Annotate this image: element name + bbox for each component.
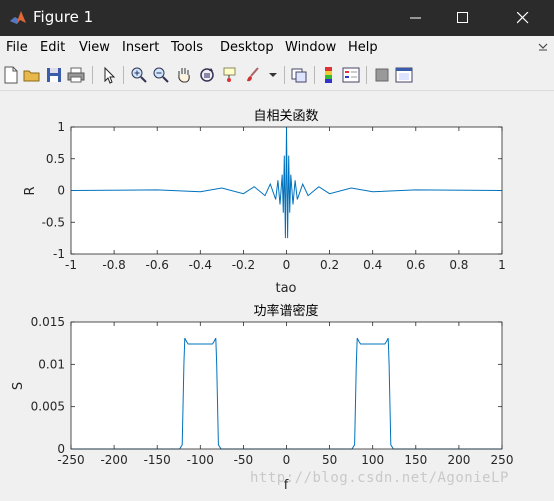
y-tick-label: 0.015	[31, 315, 65, 329]
x-tick-label: -0.2	[232, 258, 255, 272]
x-tick-label: -200	[100, 453, 127, 467]
chart-title: 自相关函数	[253, 109, 318, 124]
y-tick-label: -1	[53, 247, 65, 261]
x-tick-label: -250	[57, 453, 84, 467]
legend-icon[interactable]	[342, 66, 360, 84]
x-tick-label: 0	[283, 258, 291, 272]
watermark: http://blog.csdn.net/AgonieLP	[250, 470, 509, 486]
link-plot-icon[interactable]	[290, 66, 308, 84]
axes-power-spectral-density[interactable]: 功率谱密度 0.015 0.01 0.005 0 -250 -200 -150 -100 -5…	[11, 303, 513, 493]
y-tick-label: -0.5	[42, 215, 65, 229]
x-tick-label: 0.2	[320, 258, 339, 272]
zoom-out-icon[interactable]	[152, 66, 170, 84]
show-plot-tools-icon[interactable]	[395, 66, 413, 84]
hide-plot-tools-icon[interactable]	[373, 66, 391, 84]
matlab-logo-icon	[9, 9, 27, 27]
brush-icon[interactable]	[244, 66, 262, 84]
x-tick-label: -100	[187, 453, 214, 467]
x-tick-label: 100	[361, 453, 384, 467]
y-tick-label: 0.01	[38, 357, 65, 371]
zoom-in-icon[interactable]	[130, 66, 148, 84]
y-axis-label: S	[11, 382, 26, 390]
x-tick-label: -0.4	[189, 258, 212, 272]
data-cursor-icon[interactable]	[221, 66, 239, 84]
window-title-bar: Figure 1	[0, 0, 554, 36]
axes-autocorrelation[interactable]: 自相关函数 1 0.5 0 -0.5 -1 -1 -0.8 -0.6 -0.4 -0.2 0 0.2…	[23, 109, 506, 296]
toolbar-separator	[284, 66, 285, 84]
x-tick-label: -0.8	[102, 258, 125, 272]
menu-bar: File Edit View Insert Tools Desktop Wind…	[0, 36, 554, 60]
colorbar-icon[interactable]	[320, 66, 338, 84]
x-tick-label: 150	[404, 453, 427, 467]
x-tick-label: 0.8	[449, 258, 468, 272]
y-tick-label: 0.5	[46, 152, 65, 166]
menu-edit[interactable]: Edit	[40, 40, 65, 55]
x-tick-label: -50	[234, 453, 254, 467]
x-tick-label: 0	[283, 453, 291, 467]
y-axis-label: R	[23, 186, 38, 195]
x-tick-label: 50	[322, 453, 337, 467]
minimize-button[interactable]	[393, 0, 439, 36]
chevron-icon[interactable]	[538, 42, 548, 52]
figure-plots: 自相关函数 1 0.5 0 -0.5 -1 -1 -0.8 -0.6 -0.4 -0.2 0 0.2…	[11, 109, 513, 493]
save-icon[interactable]	[45, 66, 63, 84]
menu-help[interactable]: Help	[348, 40, 378, 55]
close-button[interactable]	[500, 0, 546, 36]
plot-background	[71, 322, 502, 449]
print-icon[interactable]	[67, 66, 85, 84]
menu-file[interactable]: File	[6, 40, 28, 55]
x-tick-label: -0.6	[145, 258, 168, 272]
new-figure-icon[interactable]	[2, 66, 20, 84]
menu-tools[interactable]: Tools	[171, 40, 203, 55]
menu-window[interactable]: Window	[285, 40, 336, 55]
menu-view[interactable]: View	[79, 40, 110, 55]
brush-dropdown-icon[interactable]	[264, 66, 282, 84]
toolbar-separator	[92, 66, 93, 84]
menu-insert[interactable]: Insert	[122, 40, 159, 55]
figure-toolbar	[0, 60, 554, 91]
chart-title: 功率谱密度	[253, 303, 318, 319]
pan-icon[interactable]	[175, 66, 193, 84]
y-tick-labels: 1 0.5 0 -0.5 -1	[42, 120, 65, 261]
x-tick-label: 0.4	[363, 258, 382, 272]
x-axis-label: tao	[275, 281, 296, 296]
minimize-icon	[410, 17, 421, 19]
x-tick-label: 0.6	[406, 258, 425, 272]
open-file-icon[interactable]	[23, 66, 41, 84]
menu-desktop[interactable]: Desktop	[220, 40, 274, 55]
x-tick-label: 250	[491, 453, 514, 467]
y-tick-label: 0.005	[31, 400, 65, 414]
toolbar-separator	[366, 66, 367, 84]
x-tick-label: 200	[447, 453, 470, 467]
toolbar-separator	[314, 66, 315, 84]
edit-plot-icon[interactable]	[100, 66, 118, 84]
figure-canvas: 自相关函数 1 0.5 0 -0.5 -1 -1 -0.8 -0.6 -0.4 -0.2 0 0.2…	[0, 91, 554, 497]
y-tick-label: 0	[57, 184, 65, 198]
rotate-3d-icon[interactable]	[198, 66, 216, 84]
x-tick-label: -150	[144, 453, 171, 467]
y-tick-labels: 0.0150.010.0050	[31, 315, 65, 456]
window-title: Figure 1	[33, 8, 94, 26]
toolbar-separator	[123, 66, 124, 84]
x-tick-label: 1	[498, 258, 506, 272]
maximize-icon	[457, 12, 468, 23]
maximize-button[interactable]	[440, 0, 486, 36]
x-tick-labels: -1 -0.8 -0.6 -0.4 -0.2 0 0.2 0.4 0.6 0.8 1	[65, 258, 506, 272]
close-icon	[517, 12, 529, 24]
y-tick-label: 1	[57, 120, 65, 134]
x-tick-label: -1	[65, 258, 77, 272]
x-tick-labels: -250 -200 -150 -100 -50 0 50 100 150 200 250	[57, 453, 513, 467]
